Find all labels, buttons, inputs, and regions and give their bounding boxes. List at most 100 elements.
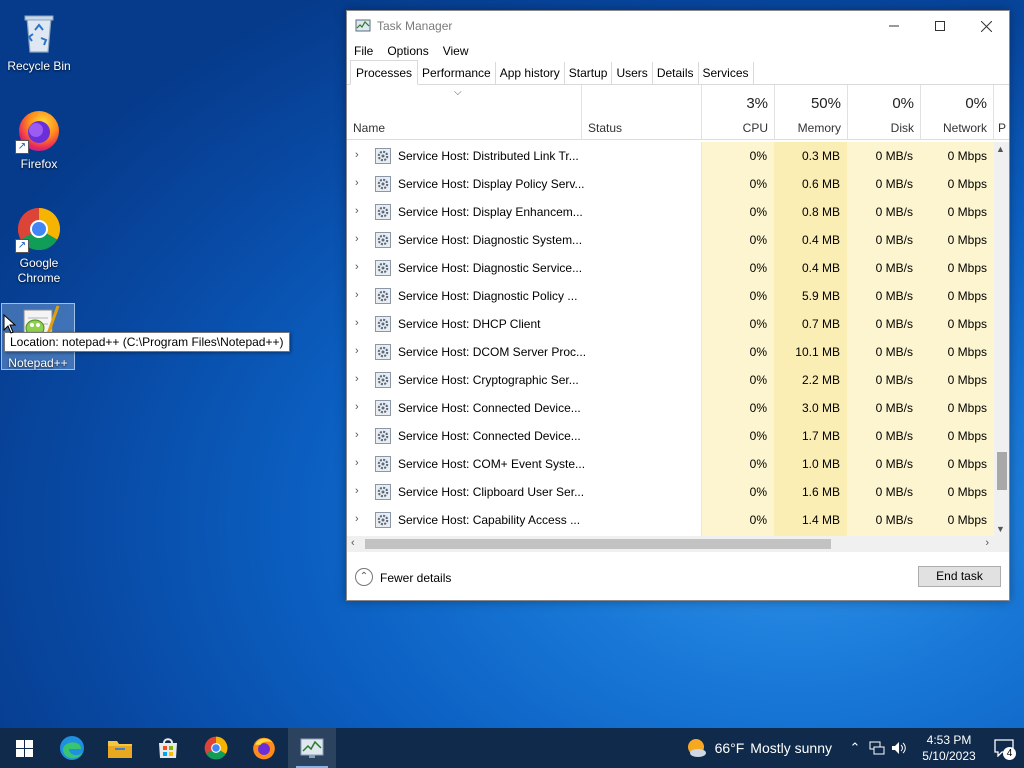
tab-processes[interactable]: Processes xyxy=(350,60,419,85)
expand-chevron-icon[interactable]: › xyxy=(355,373,359,385)
expand-chevron-icon[interactable]: › xyxy=(355,513,359,525)
gear-icon xyxy=(375,260,391,276)
process-row[interactable]: › Service Host: Connected Device... 0% 1.7 … xyxy=(347,422,1009,450)
process-row[interactable]: › Service Host: COM+ Event Syste... 0% 1.0 … xyxy=(347,450,1009,478)
scroll-left-icon[interactable]: ‹ xyxy=(351,537,355,549)
expand-chevron-icon[interactable]: › xyxy=(355,149,359,161)
process-memory: 1.7 MB xyxy=(801,429,840,443)
process-disk: 0 MB/s xyxy=(875,401,913,415)
expand-chevron-icon[interactable]: › xyxy=(355,233,359,245)
expand-chevron-icon[interactable]: › xyxy=(355,345,359,357)
close-icon xyxy=(980,20,992,32)
gear-icon xyxy=(375,400,391,416)
column-cpu-label: CPU xyxy=(742,121,768,135)
tab-services[interactable]: Services xyxy=(699,62,754,84)
process-memory: 0.7 MB xyxy=(801,317,840,331)
column-header-memory[interactable]: 50% Memory xyxy=(774,85,847,140)
end-task-button[interactable]: End task xyxy=(918,566,1001,587)
process-memory: 5.9 MB xyxy=(801,289,840,303)
expand-chevron-icon[interactable]: › xyxy=(355,205,359,217)
notification-center-button[interactable]: 4 xyxy=(984,728,1024,768)
process-cpu: 0% xyxy=(749,373,767,387)
process-row[interactable]: › Service Host: Display Policy Serv... 0% 0… xyxy=(347,170,1009,198)
tab-users[interactable]: Users xyxy=(612,62,653,84)
gear-icon xyxy=(375,232,391,248)
fewer-details-link[interactable]: Fewer details xyxy=(380,571,451,585)
vertical-scrollbar[interactable]: ▲ ▼ xyxy=(994,142,1009,536)
taskbar-store[interactable] xyxy=(144,728,192,768)
process-row[interactable]: › Service Host: Clipboard User Ser... 0% 1.… xyxy=(347,478,1009,506)
volume-icon[interactable] xyxy=(888,728,910,768)
process-row[interactable]: › Service Host: Display Enhancem... 0% 0.8 … xyxy=(347,198,1009,226)
show-hidden-icons-chevron-icon[interactable]: ⌃ xyxy=(844,728,866,768)
column-header-cpu[interactable]: 3% CPU xyxy=(701,85,774,140)
process-network: 0 Mbps xyxy=(947,457,987,471)
maximize-button[interactable] xyxy=(917,11,963,41)
expand-chevron-icon[interactable]: › xyxy=(355,457,359,469)
weather-widget[interactable]: 66°F Mostly sunny xyxy=(685,737,832,759)
process-memory: 3.0 MB xyxy=(801,401,840,415)
tab-startup[interactable]: Startup xyxy=(565,62,613,84)
process-disk: 0 MB/s xyxy=(875,317,913,331)
gear-icon xyxy=(375,428,391,444)
network-icon[interactable] xyxy=(866,728,888,768)
process-row[interactable]: › Service Host: DHCP Client 0% 0.7 MB 0 MB/s… xyxy=(347,310,1009,338)
process-row[interactable]: › Service Host: DCOM Server Proc... 0% 10.1… xyxy=(347,338,1009,366)
task-manager-app-icon xyxy=(355,19,371,32)
taskbar-file-explorer[interactable] xyxy=(96,728,144,768)
desktop-icon-firefox[interactable]: ↗ Firefox xyxy=(2,106,76,172)
notification-badge: 4 xyxy=(1003,747,1016,760)
process-disk: 0 MB/s xyxy=(875,233,913,247)
taskbar-task-manager[interactable] xyxy=(288,728,336,768)
process-list: › Service Host: Distributed Link Tr... 0% 0… xyxy=(347,142,1009,536)
minimize-icon xyxy=(889,25,899,27)
process-name: Service Host: Connected Device... xyxy=(398,429,581,443)
expand-chevron-icon[interactable]: › xyxy=(355,261,359,273)
expand-chevron-icon[interactable]: › xyxy=(355,429,359,441)
horizontal-scroll-thumb[interactable] xyxy=(365,539,831,549)
process-row[interactable]: › Service Host: Connected Device... 0% 3.0 … xyxy=(347,394,1009,422)
column-network-label: Network xyxy=(942,121,987,135)
tab-details[interactable]: Details xyxy=(653,62,699,84)
process-row[interactable]: › Service Host: Diagnostic Policy ... 0% 5.… xyxy=(347,282,1009,310)
process-row[interactable]: › Service Host: Capability Access ... 0% 1.… xyxy=(347,506,1009,534)
scroll-up-icon[interactable]: ▲ xyxy=(996,144,1005,154)
expand-chevron-icon[interactable]: › xyxy=(355,177,359,189)
process-cpu: 0% xyxy=(749,177,767,191)
taskbar-firefox[interactable] xyxy=(240,728,288,768)
clock[interactable]: 4:53 PM 5/10/2023 xyxy=(914,732,984,764)
desktop-icon-recycle-bin[interactable]: Recycle Bin xyxy=(2,8,76,74)
vertical-scroll-thumb[interactable] xyxy=(997,452,1007,490)
process-row[interactable]: › Service Host: Diagnostic Service... 0% 0.… xyxy=(347,254,1009,282)
column-header-disk[interactable]: 0% Disk xyxy=(847,85,920,140)
expand-chevron-icon[interactable]: › xyxy=(355,485,359,497)
column-header-power[interactable]: P xyxy=(993,85,1009,140)
process-row[interactable]: › Service Host: Distributed Link Tr... 0% 0… xyxy=(347,142,1009,170)
expand-chevron-icon[interactable]: › xyxy=(355,317,359,329)
process-row[interactable]: › Service Host: Cryptographic Ser... 0% 2.2… xyxy=(347,366,1009,394)
expand-chevron-icon[interactable]: › xyxy=(355,289,359,301)
process-row[interactable]: › Service Host: Diagnostic System... 0% 0.4… xyxy=(347,226,1009,254)
title-bar[interactable]: Task Manager xyxy=(347,11,1009,41)
desktop-icon-chrome[interactable]: ↗ Google Chrome xyxy=(2,205,76,286)
taskbar-edge[interactable] xyxy=(48,728,96,768)
expand-chevron-icon[interactable]: › xyxy=(355,401,359,413)
menu-view[interactable]: View xyxy=(443,44,469,58)
column-header-status[interactable]: Status xyxy=(581,85,701,140)
scroll-right-icon[interactable]: › xyxy=(985,537,989,549)
scroll-down-icon[interactable]: ▼ xyxy=(996,524,1005,534)
column-header-network[interactable]: 0% Network xyxy=(920,85,993,140)
menu-options[interactable]: Options xyxy=(387,44,428,58)
edge-icon xyxy=(60,736,84,760)
close-button[interactable] xyxy=(963,11,1009,41)
menu-file[interactable]: File xyxy=(354,44,373,58)
chevron-up-circle-icon[interactable]: ⌃ xyxy=(355,568,373,586)
taskbar: 66°F Mostly sunny ⌃ 4:53 PM 5/10/2023 4 xyxy=(0,728,1024,768)
tab-app-history[interactable]: App history xyxy=(496,62,565,84)
start-button[interactable] xyxy=(0,728,48,768)
column-header-name[interactable]: Name xyxy=(347,85,581,140)
minimize-button[interactable] xyxy=(871,11,917,41)
horizontal-scrollbar[interactable]: ‹ › xyxy=(347,536,1009,552)
taskbar-chrome[interactable] xyxy=(192,728,240,768)
tab-performance[interactable]: Performance xyxy=(418,62,496,84)
